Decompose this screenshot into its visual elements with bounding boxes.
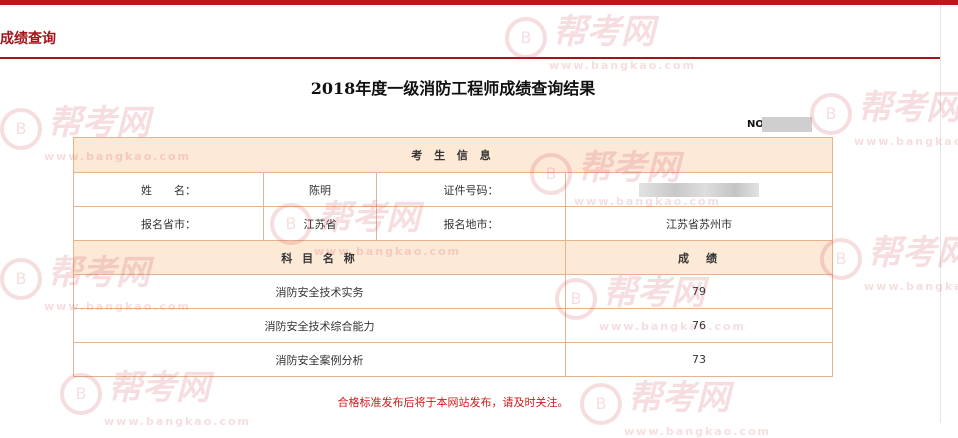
table-row: 姓 名： 陈明 证件号码： [73,172,833,207]
top-accent-bar [0,0,958,5]
watermark-b-icon: B [0,108,42,150]
subject-score: 79 [565,274,833,309]
watermark-b-icon: B [810,93,852,135]
watermark-logo: B帮考网www.bangkao.com [820,225,958,293]
table-row: 消防安全技术综合能力 76 [73,308,833,343]
watermark-logo: B帮考网www.bangkao.com [505,4,696,72]
table-row: 报名省市： 江苏省 报名地市： 江苏省苏州市 [73,206,833,241]
table-row: 考 生 信 息 [73,137,833,173]
table-row: 消防安全案例分析 73 [73,342,833,377]
subject-header: 科 目 名 称 [73,240,566,275]
result-title: 2018年度一级消防工程师成绩查询结果 [310,79,596,98]
id-value-redacted [565,172,833,207]
serial-number-redacted [762,117,812,132]
name-value: 陈明 [263,172,377,207]
watermark-b-icon: B [0,258,42,300]
province-value: 江苏省 [263,206,377,241]
subject-name: 消防安全技术实务 [73,274,566,309]
city-label: 报名地市： [376,206,566,241]
subject-score: 76 [565,308,833,343]
subject-score: 73 [565,342,833,377]
table-row: 科 目 名 称 成 绩 [73,240,833,275]
subject-name: 消防安全案例分析 [73,342,566,377]
section-title: 考 生 信 息 [73,137,833,173]
notice-text: 合格标准发布后将于本网站发布，请及时关注。 [337,396,569,409]
table-row: 消防安全技术实务 79 [73,274,833,309]
id-label: 证件号码： [376,172,566,207]
subject-name: 消防安全技术综合能力 [73,308,566,343]
score-header: 成 绩 [565,240,833,275]
score-table: 考 生 信 息 姓 名： 陈明 证件号码： 报名省市： 江苏省 报名地市： 江苏… [73,137,833,377]
redaction-block [639,182,759,197]
province-label: 报名省市： [73,206,264,241]
page-header-title: 成绩查询 [0,31,56,47]
name-label: 姓 名： [73,172,264,207]
right-divider [940,5,941,423]
header-divider [0,57,940,59]
watermark-b-icon: B [505,17,547,59]
city-value: 江苏省苏州市 [565,206,833,241]
